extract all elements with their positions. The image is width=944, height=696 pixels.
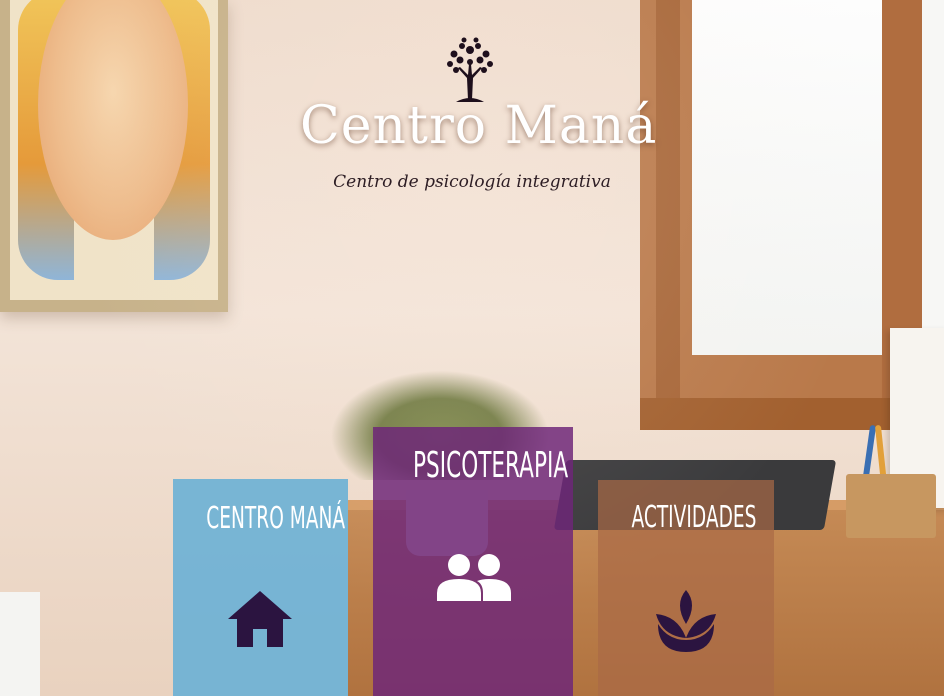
tile-centro-mana[interactable]: CENTRO MANÁ xyxy=(173,479,348,696)
tile-actividades[interactable]: ACTIVIDADES xyxy=(598,480,774,696)
tile-psicoterapia[interactable]: PSICOTERAPIA xyxy=(373,427,573,696)
tile-centro-mana-label: CENTRO MANÁ xyxy=(206,501,346,536)
brand-title[interactable]: Centro Maná xyxy=(300,100,656,152)
home-icon xyxy=(228,591,292,647)
brand-tagline: Centro de psicología integrativa xyxy=(333,172,611,192)
tile-psicoterapia-label: PSICOTERAPIA xyxy=(413,445,569,486)
tile-actividades-label: ACTIVIDADES xyxy=(631,500,757,535)
lotus-icon xyxy=(656,590,716,652)
people-icon xyxy=(437,554,511,601)
